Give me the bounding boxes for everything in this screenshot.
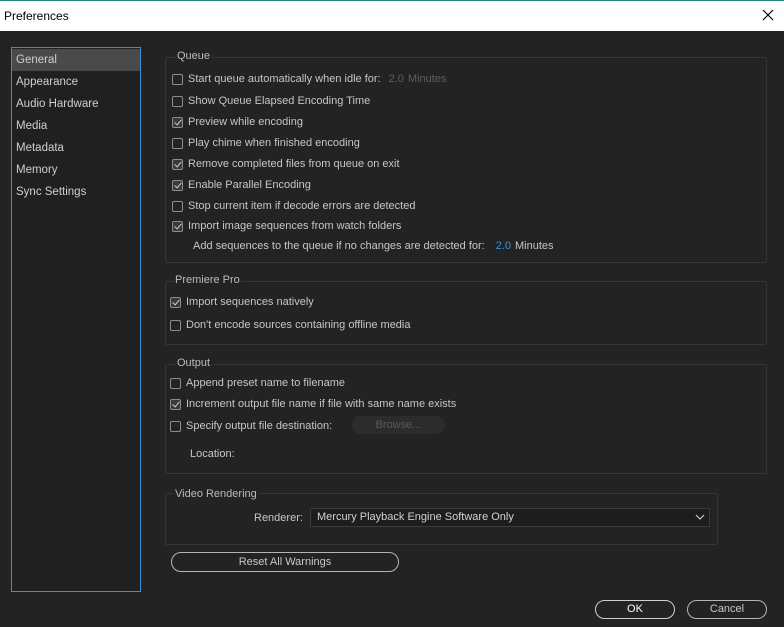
option-label: Stop current item if decode errors are d… [188, 200, 416, 212]
premiere-option-import-natively[interactable]: Import sequences natively [170, 294, 314, 310]
premiere-option-offline-media[interactable]: Don't encode sources containing offline … [170, 317, 411, 333]
option-label: Enable Parallel Encoding [188, 179, 311, 191]
option-label: Play chime when finished encoding [188, 137, 360, 149]
checkbox[interactable] [172, 220, 183, 232]
checkbox[interactable] [170, 377, 181, 389]
sidebar-item-metadata[interactable]: Metadata [12, 137, 140, 159]
queue-legend: Queue [176, 50, 212, 62]
sidebar-item-memory[interactable]: Memory [12, 159, 140, 181]
renderer-label: Renderer: [254, 512, 303, 524]
output-legend: Output [176, 357, 212, 369]
queue-option-import-sequences[interactable]: Import image sequences from watch folder… [172, 218, 401, 234]
renderer-select[interactable]: Mercury Playback Engine Software Only [310, 508, 710, 527]
queue-option-start-idle[interactable]: Start queue automatically when idle for:… [172, 71, 446, 87]
sidebar-item-sync-settings[interactable]: Sync Settings [12, 181, 140, 203]
chevron-down-icon [695, 514, 705, 520]
queue-option-preview[interactable]: Preview while encoding [172, 114, 303, 130]
option-label: Import sequences natively [186, 296, 314, 308]
checkbox[interactable] [170, 319, 181, 331]
reset-all-warnings-button[interactable]: Reset All Warnings [171, 552, 399, 572]
option-label: Start queue automatically when idle for: [188, 73, 381, 85]
checkbox[interactable] [170, 420, 181, 432]
option-label: Import image sequences from watch folder… [188, 220, 402, 232]
checkbox[interactable] [172, 95, 183, 107]
title-bar: Preferences [0, 0, 784, 31]
option-label: Remove completed files from queue on exi… [188, 158, 400, 170]
checkbox[interactable] [172, 116, 183, 128]
option-label: Increment output file name if file with … [186, 398, 457, 410]
idle-unit: Minutes [407, 73, 447, 85]
add-sequences-label: Add sequences to the queue if no changes… [193, 240, 485, 252]
queue-option-stop-errors[interactable]: Stop current item if decode errors are d… [172, 198, 415, 214]
premiere-legend: Premiere Pro [174, 274, 241, 286]
sidebar: General Appearance Audio Hardware Media … [11, 47, 141, 592]
location-label: Location: [190, 448, 235, 460]
sidebar-item-general[interactable]: General [12, 49, 140, 71]
checkbox[interactable] [170, 296, 181, 308]
checkbox[interactable] [172, 137, 183, 149]
checkbox[interactable] [172, 200, 183, 212]
queue-option-remove-completed[interactable]: Remove completed files from queue on exi… [172, 156, 400, 172]
option-label: Don't encode sources containing offline … [186, 319, 411, 331]
output-option-increment-name[interactable]: Increment output file name if file with … [170, 396, 456, 412]
add-sequences-unit: Minutes [515, 240, 554, 252]
output-option-append-preset[interactable]: Append preset name to filename [170, 375, 345, 391]
video-rendering-legend: Video Rendering [174, 488, 258, 500]
sidebar-item-appearance[interactable]: Appearance [12, 71, 140, 93]
window-title: Preferences [4, 9, 69, 23]
option-label: Specify output file destination: [186, 420, 333, 432]
add-sequences-value[interactable]: 2.0 [496, 240, 511, 252]
checkbox[interactable] [172, 179, 183, 191]
checkbox[interactable] [170, 398, 181, 410]
premiere-group [165, 281, 767, 345]
option-label: Preview while encoding [188, 116, 303, 128]
checkbox[interactable] [172, 73, 183, 85]
renderer-value: Mercury Playback Engine Software Only [317, 511, 514, 523]
queue-option-elapsed-time[interactable]: Show Queue Elapsed Encoding Time [172, 93, 370, 109]
sidebar-item-media[interactable]: Media [12, 115, 140, 137]
output-option-specify-destination[interactable]: Specify output file destination: [170, 418, 332, 434]
option-label: Append preset name to filename [186, 377, 345, 389]
add-sequences-row: Add sequences to the queue if no changes… [193, 238, 554, 254]
close-icon[interactable] [758, 5, 778, 25]
idle-value[interactable]: 2.0 [389, 73, 404, 85]
queue-option-parallel[interactable]: Enable Parallel Encoding [172, 177, 311, 193]
option-label: Show Queue Elapsed Encoding Time [188, 95, 371, 107]
queue-option-chime[interactable]: Play chime when finished encoding [172, 135, 360, 151]
cancel-button[interactable]: Cancel [687, 600, 767, 619]
ok-button[interactable]: OK [595, 600, 675, 619]
browse-button[interactable]: Browse... [352, 416, 445, 434]
checkbox[interactable] [172, 158, 183, 170]
sidebar-item-audio-hardware[interactable]: Audio Hardware [12, 93, 140, 115]
